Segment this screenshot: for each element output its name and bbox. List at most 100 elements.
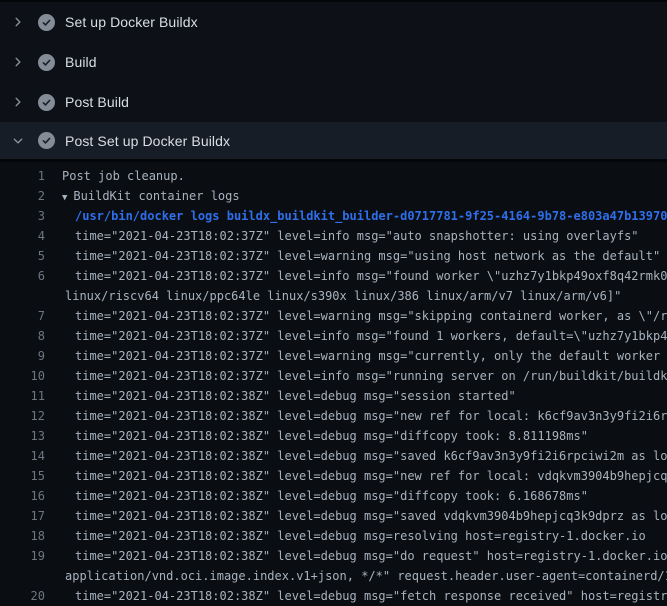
log-line: 12 time="2021-04-23T18:02:38Z" level=deb… xyxy=(0,406,667,426)
log-line-content: time="2021-04-23T18:02:37Z" level=warnin… xyxy=(62,306,667,326)
log-line-content: /usr/bin/docker logs buildx_buildkit_bui… xyxy=(62,206,667,226)
log-line: 16 time="2021-04-23T18:02:38Z" level=deb… xyxy=(0,486,667,506)
log-line-text: time="2021-04-23T18:02:38Z" level=debug … xyxy=(75,549,667,563)
log-line-content: time="2021-04-23T18:02:37Z" level=warnin… xyxy=(62,246,660,266)
log-line-text: time="2021-04-23T18:02:37Z" level=warnin… xyxy=(75,309,667,323)
log-line-number[interactable]: 10 xyxy=(0,366,45,386)
log-line-content: time="2021-04-23T18:02:38Z" level=debug … xyxy=(62,546,667,566)
log-line-number[interactable]: 4 xyxy=(0,226,45,246)
log-line: 10 time="2021-04-23T18:02:37Z" level=inf… xyxy=(0,366,667,386)
log-line-content: Post job cleanup. xyxy=(62,166,185,186)
log-line-number[interactable]: 3 xyxy=(0,206,45,226)
log-line-number[interactable] xyxy=(0,566,45,586)
log-line: 9 time="2021-04-23T18:02:37Z" level=warn… xyxy=(0,346,667,366)
log-line-content: time="2021-04-23T18:02:38Z" level=debug … xyxy=(62,406,667,426)
log-line-number[interactable]: 15 xyxy=(0,466,45,486)
step-log-output: 1 Post job cleanup. 2 ▼ BuildKit containe… xyxy=(0,162,667,606)
log-line-number[interactable]: 18 xyxy=(0,526,45,546)
log-line-content: time="2021-04-23T18:02:37Z" level=warnin… xyxy=(62,346,667,366)
step-header-post-set-up-docker-buildx[interactable]: Post Set up Docker Buildx xyxy=(0,122,667,162)
log-line-content: ▼ BuildKit container logs xyxy=(62,186,240,206)
log-line-text: Post job cleanup. xyxy=(62,169,185,183)
log-line: 4 time="2021-04-23T18:02:37Z" level=info… xyxy=(0,226,667,246)
log-line-text: linux/riscv64 linux/ppc64le linux/s390x … xyxy=(65,289,621,303)
step-label: Set up Docker Buildx xyxy=(65,14,198,30)
log-line-number[interactable]: 8 xyxy=(0,326,45,346)
log-line-content: time="2021-04-23T18:02:38Z" level=debug … xyxy=(62,506,667,526)
chevron-down-icon xyxy=(12,135,24,147)
log-line-number[interactable]: 1 xyxy=(0,166,45,186)
step-label: Build xyxy=(65,54,97,70)
log-line: linux/riscv64 linux/ppc64le linux/s390x … xyxy=(0,286,667,306)
log-line-content: time="2021-04-23T18:02:38Z" level=debug … xyxy=(62,486,588,506)
log-line-number[interactable]: 17 xyxy=(0,506,45,526)
log-line: 5 time="2021-04-23T18:02:37Z" level=warn… xyxy=(0,246,667,266)
log-line: 15 time="2021-04-23T18:02:38Z" level=deb… xyxy=(0,466,667,486)
log-line-content: linux/riscv64 linux/ppc64le linux/s390x … xyxy=(62,286,621,306)
log-line: 6 time="2021-04-23T18:02:37Z" level=info… xyxy=(0,266,667,286)
log-line-content: time="2021-04-23T18:02:38Z" level=debug … xyxy=(62,446,667,466)
log-line-number[interactable]: 5 xyxy=(0,246,45,266)
log-line-text: time="2021-04-23T18:02:38Z" level=debug … xyxy=(75,429,588,443)
log-line-number[interactable]: 12 xyxy=(0,406,45,426)
log-line-text: time="2021-04-23T18:02:38Z" level=debug … xyxy=(75,409,667,423)
log-line: 13 time="2021-04-23T18:02:38Z" level=deb… xyxy=(0,426,667,446)
log-line-text: time="2021-04-23T18:02:37Z" level=info m… xyxy=(75,269,667,283)
log-line-text: time="2021-04-23T18:02:38Z" level=debug … xyxy=(75,449,667,463)
log-line-number[interactable]: 2 xyxy=(0,186,45,206)
chevron-right-icon xyxy=(12,56,24,68)
check-circle-icon xyxy=(38,132,55,149)
log-line: 14 time="2021-04-23T18:02:38Z" level=deb… xyxy=(0,446,667,466)
chevron-right-icon xyxy=(12,16,24,28)
log-line-text: /usr/bin/docker logs buildx_buildkit_bui… xyxy=(75,209,667,223)
log-line: 18 time="2021-04-23T18:02:38Z" level=deb… xyxy=(0,526,667,546)
log-line-text: time="2021-04-23T18:02:37Z" level=warnin… xyxy=(75,249,660,263)
log-line-text: time="2021-04-23T18:02:37Z" level=info m… xyxy=(75,369,667,383)
log-line-text: time="2021-04-23T18:02:37Z" level=info m… xyxy=(75,229,639,243)
log-line: 11 time="2021-04-23T18:02:38Z" level=deb… xyxy=(0,386,667,406)
log-line-number[interactable]: 20 xyxy=(0,586,45,606)
log-line-text: time="2021-04-23T18:02:38Z" level=debug … xyxy=(75,389,516,403)
step-label: Post Build xyxy=(65,94,129,110)
log-line-content: time="2021-04-23T18:02:37Z" level=info m… xyxy=(62,266,667,286)
log-line-content: time="2021-04-23T18:02:38Z" level=debug … xyxy=(62,586,667,606)
log-line-content: application/vnd.oci.image.index.v1+json,… xyxy=(62,566,667,586)
log-line: 8 time="2021-04-23T18:02:37Z" level=info… xyxy=(0,326,667,346)
log-line-number[interactable] xyxy=(0,286,45,306)
log-line-text: time="2021-04-23T18:02:38Z" level=debug … xyxy=(75,489,588,503)
log-line-content: time="2021-04-23T18:02:38Z" level=debug … xyxy=(62,526,646,546)
log-line: 1 Post job cleanup. xyxy=(0,166,667,186)
step-header-set-up-docker-buildx[interactable]: Set up Docker Buildx xyxy=(0,2,667,42)
log-line-content: time="2021-04-23T18:02:38Z" level=debug … xyxy=(62,386,516,406)
step-label: Post Set up Docker Buildx xyxy=(65,133,230,149)
log-line: 17 time="2021-04-23T18:02:38Z" level=deb… xyxy=(0,506,667,526)
log-line-number[interactable]: 13 xyxy=(0,426,45,446)
log-line-text: time="2021-04-23T18:02:38Z" level=debug … xyxy=(75,469,667,483)
job-steps-list: Set up Docker Buildx Build Post Build xyxy=(0,2,667,162)
log-line-number[interactable]: 14 xyxy=(0,446,45,466)
log-line-number[interactable]: 19 xyxy=(0,546,45,566)
log-line: 3 /usr/bin/docker logs buildx_buildkit_b… xyxy=(0,206,667,226)
step-header-post-build[interactable]: Post Build xyxy=(0,82,667,122)
log-line-text: time="2021-04-23T18:02:38Z" level=debug … xyxy=(75,589,667,603)
log-line-text: BuildKit container logs xyxy=(73,189,239,203)
chevron-right-icon xyxy=(12,96,24,108)
log-line-text: time="2021-04-23T18:02:38Z" level=debug … xyxy=(75,529,646,543)
log-line-number[interactable]: 7 xyxy=(0,306,45,326)
log-line-content: time="2021-04-23T18:02:37Z" level=info m… xyxy=(62,366,667,386)
log-line-text: time="2021-04-23T18:02:37Z" level=info m… xyxy=(75,329,667,343)
log-line: 19 time="2021-04-23T18:02:38Z" level=deb… xyxy=(0,546,667,566)
check-circle-icon xyxy=(38,14,55,31)
step-header-build[interactable]: Build xyxy=(0,42,667,82)
log-line: 20 time="2021-04-23T18:02:38Z" level=deb… xyxy=(0,586,667,606)
log-line: 2 ▼ BuildKit container logs xyxy=(0,186,667,206)
log-line-number[interactable]: 6 xyxy=(0,266,45,286)
log-line-content: time="2021-04-23T18:02:38Z" level=debug … xyxy=(62,426,588,446)
log-line-number[interactable]: 11 xyxy=(0,386,45,406)
log-line-text: time="2021-04-23T18:02:37Z" level=warnin… xyxy=(75,349,667,363)
log-line-number[interactable]: 9 xyxy=(0,346,45,366)
check-circle-icon xyxy=(38,94,55,111)
log-line-content: time="2021-04-23T18:02:37Z" level=info m… xyxy=(62,226,639,246)
log-group-toggle-icon[interactable]: ▼ xyxy=(62,193,67,203)
log-line-number[interactable]: 16 xyxy=(0,486,45,506)
